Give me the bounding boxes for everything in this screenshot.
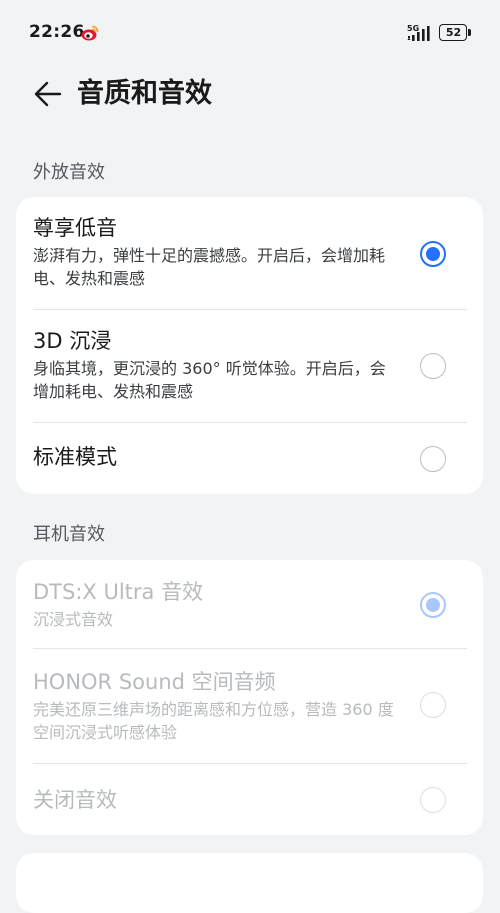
option-honor-sound[interactable]: HONOR Sound 空间音频 完美还原三维声场的距离感和方位感，营造 360… — [16, 649, 483, 763]
next-settings-card — [16, 853, 483, 913]
option-title: 标准模式 — [33, 445, 117, 469]
weibo-icon — [81, 25, 99, 41]
option-description: 沉浸式音效 — [33, 610, 114, 629]
arrow-left-icon[interactable] — [30, 78, 66, 110]
page-title: 音质和音效 — [77, 78, 212, 109]
option-description: 澎湃有力，弹性十足的震撼感。开启后，会增加耗电、发热和震感 — [33, 246, 386, 288]
option-title: 3D 沉浸 — [33, 329, 112, 353]
option-description: 完美还原三维声场的距离感和方位感，营造 360 度空间沉浸式听感体验 — [33, 700, 394, 742]
section-label-headphone: 耳机音效 — [33, 524, 105, 545]
battery-icon: 52 — [439, 24, 471, 41]
signal-5g-icon: 5G — [407, 24, 430, 41]
section-label-speaker: 外放音效 — [33, 162, 105, 183]
radio-effects-off[interactable] — [420, 787, 446, 813]
option-title: 关闭音效 — [33, 788, 117, 812]
header: 音质和音效 — [0, 66, 500, 122]
option-standard-mode[interactable]: 标准模式 — [16, 423, 483, 494]
network-label: 5G — [407, 24, 419, 33]
status-bar: 22:26 5G 52 — [0, 0, 500, 66]
option-effects-off[interactable]: 关闭音效 — [16, 764, 483, 835]
radio-premium-bass[interactable] — [420, 241, 446, 267]
option-dtsx-ultra[interactable]: DTS:X Ultra 音效 沉浸式音效 — [16, 560, 483, 648]
radio-standard-mode[interactable] — [420, 446, 446, 472]
radio-3d-immersive[interactable] — [420, 353, 446, 379]
battery-level: 52 — [445, 26, 462, 39]
radio-dtsx-ultra[interactable] — [420, 592, 446, 618]
option-title: 尊享低音 — [33, 216, 117, 240]
headphone-effects-card: DTS:X Ultra 音效 沉浸式音效 HONOR Sound 空间音频 完美… — [16, 560, 483, 835]
status-time: 22:26 — [29, 22, 85, 42]
option-premium-bass[interactable]: 尊享低音 澎湃有力，弹性十足的震撼感。开启后，会增加耗电、发热和震感 — [16, 197, 483, 309]
speaker-effects-card: 尊享低音 澎湃有力，弹性十足的震撼感。开启后，会增加耗电、发热和震感 3D 沉浸… — [16, 197, 483, 494]
option-title: DTS:X Ultra 音效 — [33, 580, 204, 604]
option-description: 身临其境，更沉浸的 360° 听觉体验。开启后，会增加耗电、发热和震感 — [33, 359, 386, 401]
option-3d-immersive[interactable]: 3D 沉浸 身临其境，更沉浸的 360° 听觉体验。开启后，会增加耗电、发热和震… — [16, 310, 483, 422]
radio-honor-sound[interactable] — [420, 692, 446, 718]
option-title: HONOR Sound 空间音频 — [33, 670, 276, 694]
